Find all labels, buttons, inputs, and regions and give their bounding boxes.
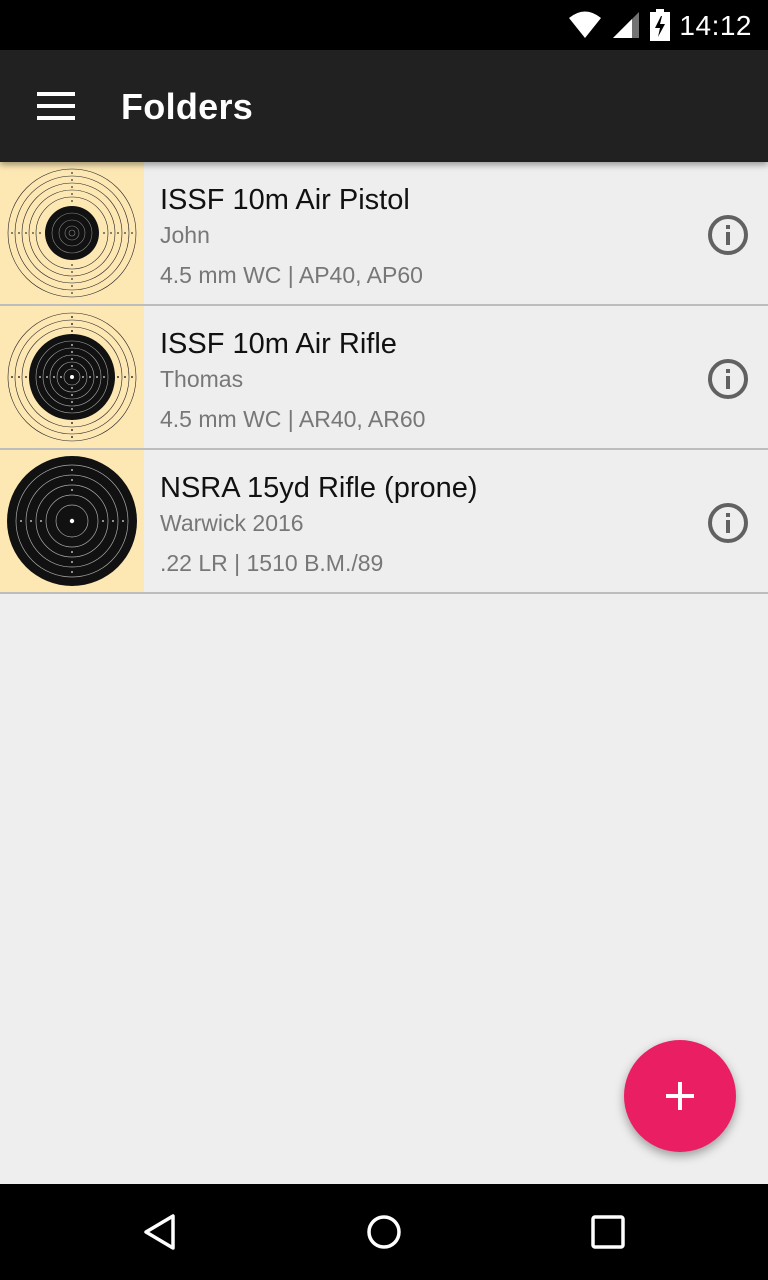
back-button[interactable] (136, 1208, 184, 1256)
air-rifle-target-icon (0, 306, 144, 448)
folder-name: NSRA 15yd Rifle (prone) (160, 472, 478, 504)
home-button[interactable] (360, 1208, 408, 1256)
folder-name: ISSF 10m Air Rifle (160, 328, 397, 360)
folder-item[interactable]: NSRA 15yd Rifle (prone) Warwick 2016 .22… (0, 450, 768, 594)
folder-details: .22 LR | 1510 B.M./89 (160, 550, 384, 576)
nsra-rifle-target-icon (0, 450, 144, 592)
status-icons (568, 9, 670, 41)
folder-item[interactable]: ISSF 10m Air Pistol John 4.5 mm WC | AP4… (0, 162, 768, 306)
folder-owner: Thomas (160, 366, 244, 392)
hamburger-menu-icon[interactable] (28, 84, 84, 128)
info-icon[interactable] (706, 213, 750, 257)
info-icon[interactable] (706, 501, 750, 545)
add-folder-button[interactable] (624, 1040, 736, 1152)
app-bar: Folders (0, 50, 768, 162)
clock: 14:12 (679, 10, 752, 41)
back-icon (144, 1214, 175, 1250)
air-pistol-target-icon (0, 162, 144, 304)
recents-button[interactable] (584, 1208, 632, 1256)
folder-item[interactable]: ISSF 10m Air Rifle Thomas 4.5 mm WC | AR… (0, 306, 768, 450)
folder-owner: John (160, 222, 210, 248)
home-icon (367, 1215, 401, 1249)
navigation-bar (0, 1184, 768, 1280)
page-title: Folders (121, 86, 254, 127)
plus-icon (666, 1082, 694, 1110)
info-icon[interactable] (706, 357, 750, 401)
wifi-icon (569, 11, 601, 38)
folder-details: 4.5 mm WC | AR40, AR60 (160, 406, 426, 432)
recents-icon (591, 1215, 625, 1249)
status-bar: 14:12 (0, 0, 768, 50)
folder-details: 4.5 mm WC | AP40, AP60 (160, 262, 423, 288)
folder-list: ISSF 10m Air Pistol John 4.5 mm WC | AP4… (0, 162, 768, 594)
folder-owner: Warwick 2016 (160, 510, 304, 536)
folder-name: ISSF 10m Air Pistol (160, 184, 410, 216)
battery-charging-icon (650, 9, 670, 41)
signal-icon (613, 12, 639, 38)
